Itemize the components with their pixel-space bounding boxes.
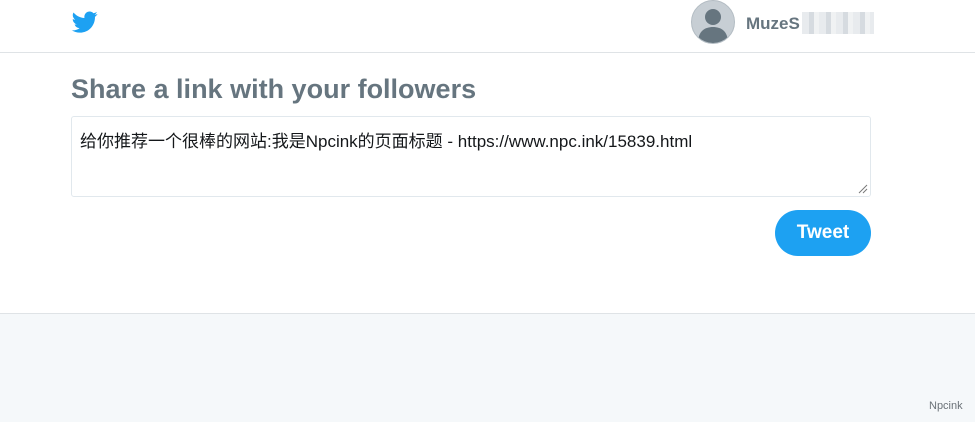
page-title: Share a link with your followers xyxy=(71,74,477,104)
twitter-bird-icon[interactable] xyxy=(70,9,100,35)
watermark: Npcink xyxy=(929,400,963,412)
avatar[interactable] xyxy=(691,0,735,44)
tweet-textarea[interactable]: 给你推荐一个很棒的网站:我是Npcink的页面标题 - https://www.… xyxy=(71,116,871,197)
username[interactable]: MuzeS xyxy=(746,14,800,34)
tweet-button[interactable]: Tweet xyxy=(775,210,871,256)
top-bar: MuzeS xyxy=(0,0,975,53)
share-panel: MuzeS Share a link with your followers 给… xyxy=(0,0,975,314)
default-avatar-icon xyxy=(698,9,728,43)
resize-grip-icon[interactable] xyxy=(858,184,868,194)
username-redaction xyxy=(802,12,874,34)
tweet-text[interactable]: 给你推荐一个很棒的网站:我是Npcink的页面标题 - https://www.… xyxy=(80,127,692,152)
